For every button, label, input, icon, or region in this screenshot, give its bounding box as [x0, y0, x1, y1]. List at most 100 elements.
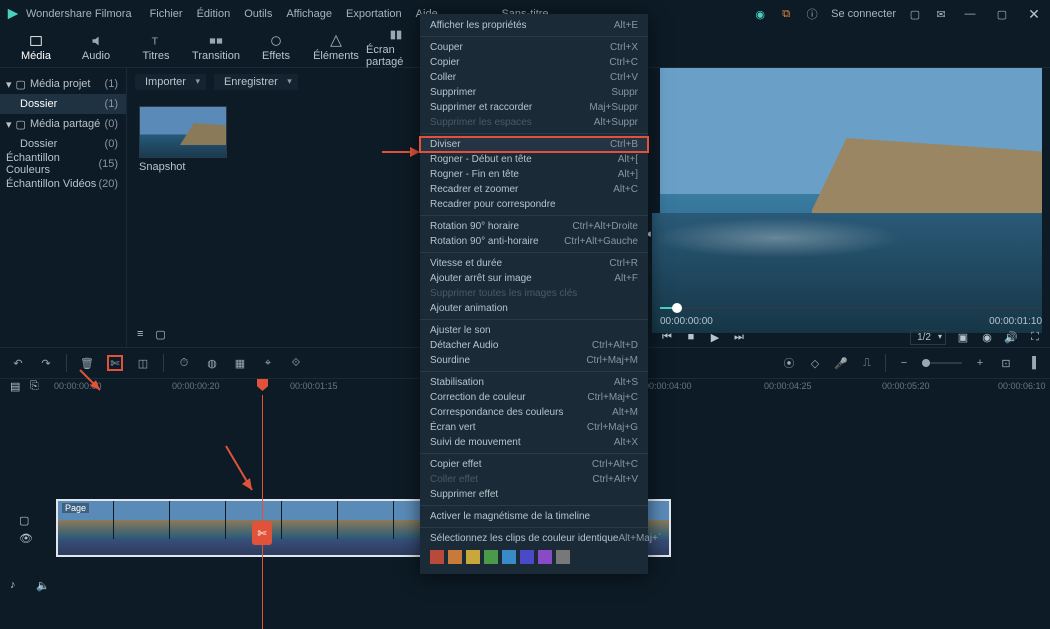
track-link-icon[interactable]: ⎘ [30, 380, 44, 394]
ctx-item[interactable]: Ajuster le son [420, 323, 648, 338]
marker-icon[interactable]: ◇ [807, 355, 823, 371]
ctx-item[interactable]: Écran vertCtrl+Maj+G [420, 420, 648, 435]
sidebar-item-folder-1[interactable]: Dossier(1) [0, 94, 126, 114]
keyframe-icon[interactable]: ⟐ [288, 355, 304, 371]
ctx-item[interactable]: Rogner - Fin en têteAlt+] [420, 167, 648, 182]
tab-transition[interactable]: Transition [186, 30, 246, 66]
maximize-button[interactable]: ▢ [992, 4, 1012, 24]
zoom-out-icon[interactable]: − [896, 355, 912, 371]
tracking-icon[interactable]: ⌖ [260, 355, 276, 371]
preview-scrubber[interactable] [660, 307, 1042, 309]
ctx-item[interactable]: CopierCtrl+C [420, 55, 648, 70]
zoom-slider[interactable] [922, 362, 962, 364]
message-icon[interactable]: ✉ [934, 7, 948, 21]
color-swatch[interactable] [538, 550, 552, 564]
prev-frame-icon[interactable]: ⏮ [660, 330, 674, 344]
color-icon[interactable]: ◍ [204, 355, 220, 371]
mute-icon[interactable]: 🔈 [36, 579, 50, 593]
sidebar-item-project[interactable]: ▾▢Média projet(1) [0, 74, 126, 94]
zoom-fit-icon[interactable]: ⊡ [998, 355, 1014, 371]
ctx-item[interactable]: SupprimerSuppr [420, 85, 648, 100]
mixer-icon[interactable]: ⎍ [859, 355, 875, 371]
sidebar-item-shared[interactable]: ▾▢Média partagé(0) [0, 114, 126, 134]
ctx-item[interactable]: CouperCtrl+X [420, 40, 648, 55]
color-swatch[interactable] [520, 550, 534, 564]
audio-track-icon[interactable]: ♪ [10, 579, 24, 593]
tab-effects[interactable]: Effets [246, 30, 306, 66]
delete-icon[interactable]: 🗑 [79, 355, 95, 371]
crop-icon[interactable]: ◫ [135, 355, 151, 371]
headset-icon[interactable]: ◉ [753, 7, 767, 21]
color-swatch[interactable] [430, 550, 444, 564]
menu-edit[interactable]: Édition [197, 8, 231, 20]
tab-audio[interactable]: Audio [66, 30, 126, 66]
track-visible-icon[interactable]: 👁 [19, 532, 31, 544]
ctx-item[interactable]: Supprimer effet [420, 487, 648, 502]
tab-media[interactable]: Média [6, 30, 66, 66]
color-swatch[interactable] [484, 550, 498, 564]
new-folder-icon[interactable]: ▢ [155, 328, 165, 341]
ctx-item[interactable]: Supprimer et raccorderMaj+Suppr [420, 100, 648, 115]
minimize-button[interactable]: — [960, 4, 980, 24]
ctx-item[interactable]: Activer le magnétisme de la timeline [420, 509, 648, 524]
quality-icon[interactable]: ▣ [956, 330, 970, 344]
stop-icon[interactable]: ■ [684, 330, 698, 344]
record-icon[interactable]: ⦿ [781, 355, 797, 371]
ctx-item[interactable]: Recadrer pour correspondre [420, 197, 648, 212]
mic-icon[interactable]: 🎤 [833, 355, 849, 371]
tab-titles[interactable]: TTitres [126, 30, 186, 66]
tab-elements[interactable]: Éléments [306, 30, 366, 66]
track-lock-icon[interactable]: ▢ [19, 514, 31, 526]
ctx-item[interactable]: SourdineCtrl+Maj+M [420, 353, 648, 368]
speed-icon[interactable]: ⏱ [176, 355, 192, 371]
save-icon[interactable]: ▢ [908, 7, 922, 21]
info-icon[interactable]: ⓘ [805, 7, 819, 21]
timeline-settings-icon[interactable]: ▐ [1024, 355, 1040, 371]
ctx-item[interactable]: Afficher les propriétésAlt+E [420, 18, 648, 33]
save-button[interactable]: Enregistrer [214, 74, 298, 90]
volume-icon[interactable]: 🔊 [1004, 330, 1018, 344]
menu-view[interactable]: Affichage [286, 8, 332, 20]
next-frame-icon[interactable]: ⏭ [732, 330, 746, 344]
play-icon[interactable]: ▶ [708, 330, 722, 344]
sort-icon[interactable]: ≡ [137, 328, 143, 340]
sidebar-item-videos[interactable]: Échantillon Vidéos(20) [0, 174, 126, 194]
preview-video[interactable] [660, 68, 1042, 330]
split-marker-icon[interactable]: ✄ [252, 521, 272, 545]
ctx-item[interactable]: StabilisationAlt+S [420, 375, 648, 390]
ctx-item[interactable]: DiviserCtrl+B [420, 137, 648, 152]
color-swatch[interactable] [502, 550, 516, 564]
sidebar-item-colors[interactable]: Échantillon Couleurs(15) [0, 154, 126, 174]
tab-splitscreen[interactable]: Écran partagé [366, 24, 426, 72]
media-thumbnail[interactable]: Snapshot [139, 106, 227, 173]
ctx-item[interactable]: Vitesse et duréeCtrl+R [420, 256, 648, 271]
ctx-item[interactable]: Détacher AudioCtrl+Alt+D [420, 338, 648, 353]
ctx-item[interactable]: Copier effetCtrl+Alt+C [420, 457, 648, 472]
ctx-item[interactable]: Correspondance des couleursAlt+M [420, 405, 648, 420]
ctx-item[interactable]: Suivi de mouvementAlt+X [420, 435, 648, 450]
zoom-ratio-select[interactable]: 1/2 [910, 330, 946, 345]
color-swatch[interactable] [466, 550, 480, 564]
menu-tools[interactable]: Outils [244, 8, 272, 20]
zoom-in-icon[interactable]: + [972, 355, 988, 371]
split-icon[interactable]: ✄ [107, 355, 123, 371]
menu-file[interactable]: Fichier [150, 8, 183, 20]
ctx-item[interactable]: Sélectionnez les clips de couleur identi… [420, 531, 648, 546]
menu-export[interactable]: Exportation [346, 8, 402, 20]
connect-button[interactable]: Se connecter [831, 8, 896, 20]
track-manage-icon[interactable]: ▤ [10, 380, 24, 394]
ctx-item[interactable]: Rotation 90° horaireCtrl+Alt+Droite [420, 219, 648, 234]
ctx-item[interactable]: Recadrer et zoomerAlt+C [420, 182, 648, 197]
redo-icon[interactable]: ↷ [38, 355, 54, 371]
color-swatch[interactable] [448, 550, 462, 564]
ctx-item[interactable]: CollerCtrl+V [420, 70, 648, 85]
ctx-item[interactable]: Correction de couleurCtrl+Maj+C [420, 390, 648, 405]
ctx-item[interactable]: Rogner - Début en têteAlt+[ [420, 152, 648, 167]
fullscreen-icon[interactable]: ⛶ [1028, 330, 1042, 344]
import-button[interactable]: Importer [135, 74, 206, 90]
color-swatch[interactable] [556, 550, 570, 564]
greenscreen-icon[interactable]: ▦ [232, 355, 248, 371]
cart-icon[interactable]: ⧉ [779, 7, 793, 21]
ctx-item[interactable]: Ajouter animation [420, 301, 648, 316]
audio-track-1[interactable]: ♪ 🔈 [0, 579, 50, 593]
